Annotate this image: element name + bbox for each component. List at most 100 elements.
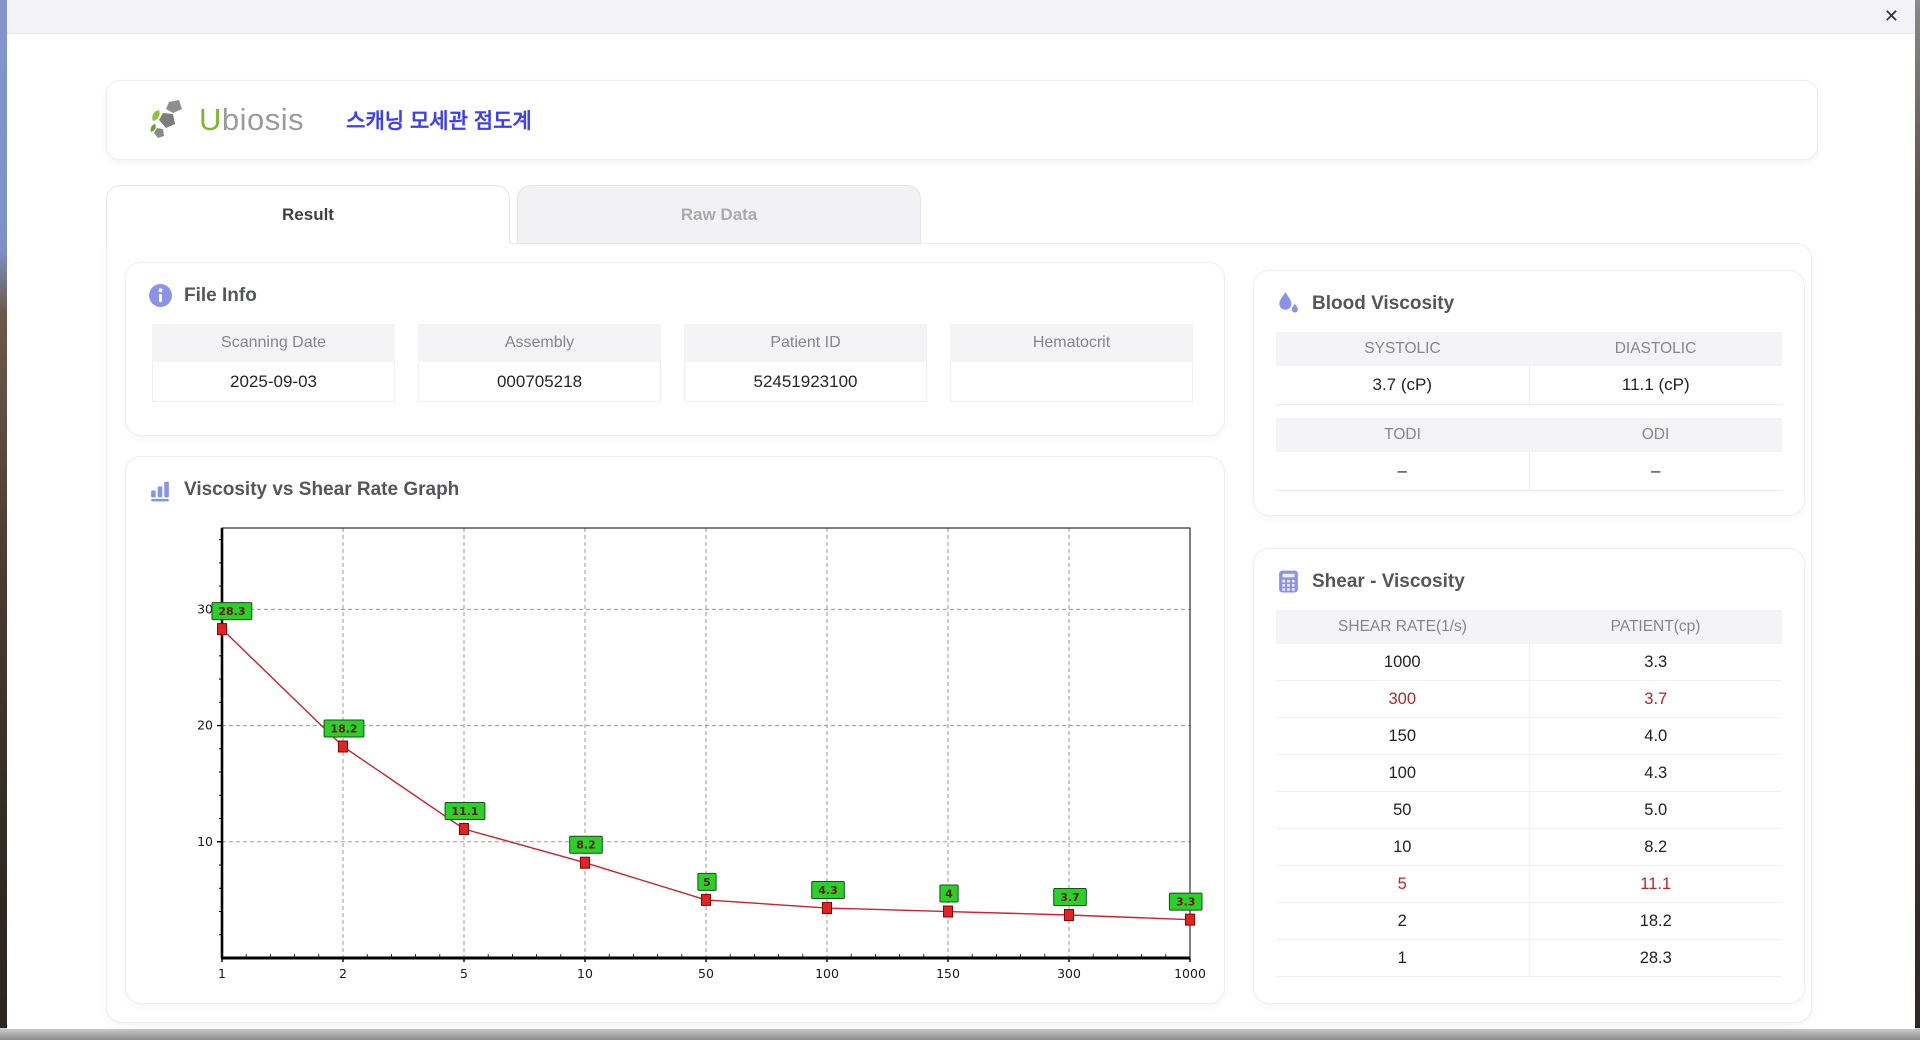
svg-text:3.7: 3.7 — [1060, 891, 1080, 904]
svg-text:10: 10 — [577, 966, 593, 981]
svg-text:8.2: 8.2 — [576, 839, 596, 852]
patient-cell: 11.1 — [1528, 866, 1783, 902]
shear-rate-cell: 5 — [1397, 874, 1407, 893]
table-row: 10 8.2 — [1276, 829, 1782, 866]
column-header: SYSTOLIC — [1364, 340, 1441, 357]
shear-rate-cell: 10 — [1393, 837, 1412, 856]
patient-cell: 28.3 — [1528, 940, 1783, 976]
table-row: 300 3.7 — [1276, 681, 1782, 718]
shear-rate-cell: 50 — [1393, 800, 1412, 819]
blood-viscosity-table: SYSTOLIC DIASTOLIC 3.7 (cP) 11.1 (cP) TODI OD… — [1276, 332, 1782, 491]
field-value: 52451923100 — [684, 362, 927, 402]
svg-text:3.3: 3.3 — [1176, 896, 1196, 909]
blood-viscosity-title: Blood Viscosity — [1312, 292, 1455, 314]
file-info-field: Hematocrit — [950, 324, 1193, 402]
column-header: ODI — [1641, 426, 1670, 443]
svg-text:28.3: 28.3 — [218, 605, 245, 618]
patient-cell: 3.3 — [1528, 644, 1783, 680]
svg-text:100: 100 — [815, 966, 839, 981]
tab-result[interactable]: Result — [106, 185, 510, 244]
desktop-edge-left — [0, 0, 7, 1040]
value-cell: – — [1397, 461, 1407, 480]
table-row: 5 11.1 — [1276, 866, 1782, 903]
table-row: 1 28.3 — [1276, 940, 1782, 977]
graph-card: Viscosity vs Shear Rate Graph 10 20 30 1 2 5 1… — [125, 456, 1225, 1004]
patient-cell: 4.0 — [1528, 718, 1783, 754]
blood-viscosity-header-row: SYSTOLIC DIASTOLIC — [1276, 332, 1782, 366]
info-icon — [149, 284, 172, 307]
column-header: DIASTOLIC — [1614, 340, 1697, 357]
ubiosis-logo: Ubiosis — [149, 98, 304, 142]
shear-rate-cell: 1 — [1397, 948, 1407, 967]
viscosity-chart: 10 20 30 1 2 5 10 50 100 150 300 1000 28.3 18.2 11.1 8.… — [197, 527, 1206, 981]
shear-rate-cell: 100 — [1388, 763, 1417, 782]
brand-rest: biosis — [221, 102, 305, 137]
header-card: Ubiosis 스캐닝 모세관 점도계 — [106, 80, 1818, 160]
shear-table-header-row: SHEAR RATE(1/s) PATIENT(cp) — [1276, 610, 1782, 644]
svg-text:5: 5 — [703, 876, 711, 889]
graph-title: Viscosity vs Shear Rate Graph — [184, 478, 460, 500]
value-cell: 3.7 (cP) — [1372, 375, 1433, 394]
shear-viscosity-title: Shear - Viscosity — [1312, 570, 1465, 592]
svg-text:5: 5 — [460, 966, 468, 981]
column-header: TODI — [1384, 426, 1421, 443]
value-cell: 11.1 (cP) — [1528, 366, 1783, 404]
value-cell: – — [1528, 452, 1783, 490]
svg-text:2: 2 — [339, 966, 347, 981]
shear-rate-cell: 300 — [1388, 689, 1417, 708]
close-icon[interactable]: ✕ — [1884, 6, 1899, 26]
svg-text:20: 20 — [197, 718, 213, 733]
field-label: Hematocrit — [950, 324, 1193, 362]
shear-rate-cell: 1000 — [1383, 652, 1421, 671]
svg-text:30: 30 — [197, 601, 213, 616]
blood-viscosity-value-row: – – — [1276, 452, 1782, 491]
svg-text:11.1: 11.1 — [451, 805, 478, 818]
blood-viscosity-header-row: TODI ODI — [1276, 418, 1782, 452]
file-info-field: Assembly 000705218 — [418, 324, 661, 402]
table-row: 150 4.0 — [1276, 718, 1782, 755]
table-row: 100 4.3 — [1276, 755, 1782, 792]
brand-letter-u: U — [199, 102, 222, 137]
shear-rate-cell: 2 — [1397, 911, 1407, 930]
table-row: 2 18.2 — [1276, 903, 1782, 940]
file-info-field: Scanning Date 2025-09-03 — [152, 324, 395, 402]
table-row: 1000 3.3 — [1276, 644, 1782, 681]
svg-text:50: 50 — [698, 966, 714, 981]
blood-viscosity-value-row: 3.7 (cP) 11.1 (cP) — [1276, 366, 1782, 405]
blood-viscosity-group: SYSTOLIC DIASTOLIC 3.7 (cP) 11.1 (cP) — [1276, 332, 1782, 405]
field-value — [950, 362, 1193, 402]
file-info-fields: Scanning Date 2025-09-03 Assembly 000705218… — [152, 324, 1202, 402]
svg-text:18.2: 18.2 — [330, 722, 357, 735]
field-value: 2025-09-03 — [152, 362, 395, 402]
tab-raw-data[interactable]: Raw Data — [517, 185, 921, 244]
tab-bar: Result Raw Data — [106, 185, 921, 244]
svg-text:10: 10 — [197, 834, 213, 849]
window-titlebar: ✕ — [7, 0, 1915, 34]
field-label: Patient ID — [684, 324, 927, 362]
app-title: 스캐닝 모세관 점도계 — [346, 110, 532, 133]
svg-text:300: 300 — [1057, 966, 1081, 981]
patient-cell: 4.3 — [1528, 755, 1783, 791]
droplets-icon — [1279, 292, 1298, 313]
shear-viscosity-card: Shear - Viscosity SHEAR RATE(1/s) PATIENT… — [1253, 548, 1805, 1004]
svg-text:1: 1 — [218, 966, 226, 981]
file-info-title: File Info — [184, 284, 257, 306]
table-row: 50 5.0 — [1276, 792, 1782, 829]
desktop-edge-bottom — [0, 1028, 1920, 1040]
file-info-card: File Info Scanning Date 2025-09-03 Assembl… — [125, 262, 1225, 436]
svg-text:1000: 1000 — [1174, 966, 1206, 981]
patient-cell: 3.7 — [1528, 681, 1783, 717]
file-info-field: Patient ID 52451923100 — [684, 324, 927, 402]
desktop-edge-right — [1915, 0, 1920, 1040]
field-label: Assembly — [418, 324, 661, 362]
svg-text:4.3: 4.3 — [818, 884, 838, 897]
bar-chart-icon — [151, 481, 169, 502]
calculator-icon — [1279, 570, 1298, 593]
patient-cell: 5.0 — [1528, 792, 1783, 828]
field-label: Scanning Date — [152, 324, 395, 362]
app-window: ✕ Ubiosis 스캐닝 모세관 점도계 Result Raw Data Fi… — [7, 0, 1915, 1029]
svg-text:150: 150 — [936, 966, 960, 981]
ubiosis-logo-icon — [150, 100, 182, 138]
patient-cell: 8.2 — [1528, 829, 1783, 865]
shear-viscosity-table: SHEAR RATE(1/s) PATIENT(cp) 1000 3.3 300 3.7 1… — [1276, 610, 1782, 977]
